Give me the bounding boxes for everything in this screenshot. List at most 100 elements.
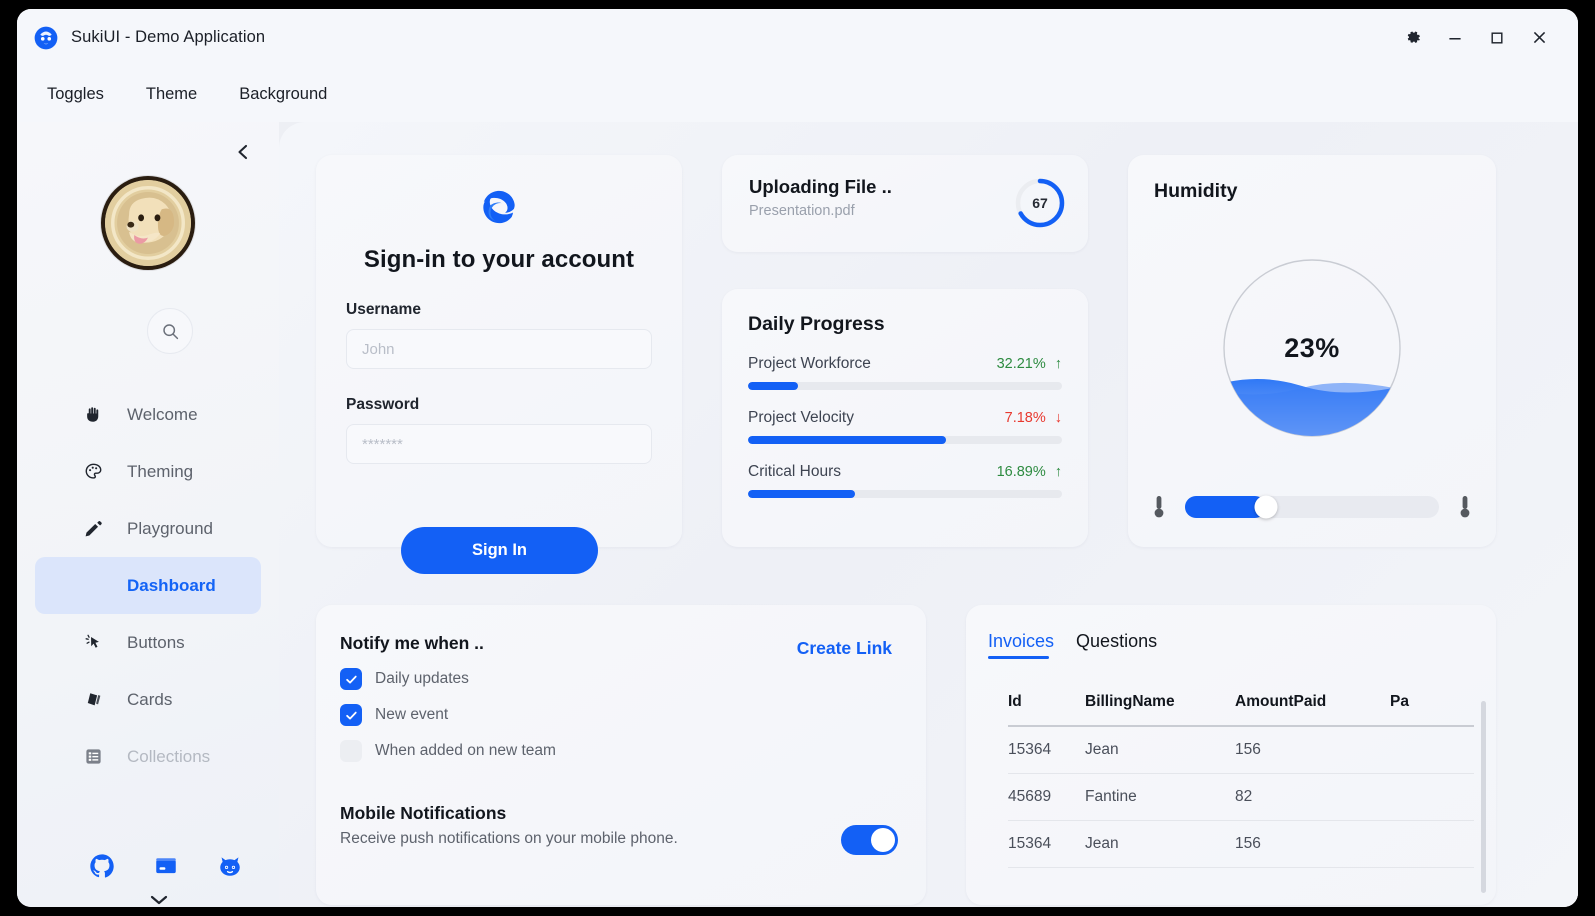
cell-billingname: Fantine [1085,788,1137,805]
notify-option-row[interactable]: When added on new team [340,740,926,762]
dashboard-icon [83,576,103,596]
uploading-file-card: Uploading File .. Presentation.pdf 67 [722,155,1088,252]
minimize-icon[interactable] [1434,21,1476,55]
invoices-scrollbar[interactable] [1481,701,1486,893]
app-title: SukiUI - Demo Application [71,28,266,46]
sidebar-item-label: Collections [127,746,211,766]
invoices-table-wrap: Id BillingName AmountPaid Pa 15364 Jean [1008,693,1474,905]
column-header-id[interactable]: Id [1008,693,1085,726]
sidebar-item-cards[interactable]: Cards [35,671,261,728]
table-row[interactable]: 15364 Jean 156 [1008,821,1474,868]
pencil-icon [83,519,103,539]
username-input[interactable] [346,329,652,369]
sidebar-item-label: Cards [127,689,173,709]
humidity-slider-thumb[interactable] [1254,495,1278,519]
cards-icon [83,690,103,710]
notify-option-row[interactable]: New event [340,704,926,726]
sidebar-item-label: Buttons [127,632,185,652]
progress-row-value: 32.21% [996,356,1046,372]
chevron-down-icon[interactable] [148,892,170,907]
avatar[interactable] [101,176,195,270]
invoices-table-head: Id BillingName AmountPaid Pa [1008,693,1474,726]
sidebar: Welcome Theming Playground Dashboard But… [17,122,279,907]
app-window: SukiUI - Demo Application Toggles Theme [17,9,1578,907]
palette-icon [83,462,103,482]
sidebar-item-dashboard[interactable]: Dashboard [35,557,261,614]
menu-item-theme[interactable]: Theme [140,81,203,108]
progress-bar-track [748,490,1062,498]
sign-in-button[interactable]: Sign In [401,527,598,574]
progress-row: Project Workforce 32.21% ↑ [748,355,1062,390]
sidebar-item-theming[interactable]: Theming [35,443,261,500]
password-input[interactable] [346,424,652,464]
humidity-value: 23% [1284,332,1340,363]
cell-billingname: Jean [1085,835,1119,852]
invoices-table: Id BillingName AmountPaid Pa 15364 Jean [1008,693,1474,868]
trend-down-icon: ↓ [1054,410,1062,426]
sidebar-nav: Welcome Theming Playground Dashboard But… [17,386,279,785]
invoices-table-body: 15364 Jean 156 45689 Fantine 82 15364 Je… [1008,726,1474,868]
cell-pa [1390,821,1474,868]
daily-progress-card: Daily Progress Project Workforce 32.21% … [722,289,1088,547]
cursor-click-icon [83,633,103,653]
maximize-icon[interactable] [1476,21,1518,55]
mobile-notifications-desc: Receive push notifications on your mobil… [340,830,678,847]
github-icon[interactable] [89,853,115,879]
notify-option-label: Daily updates [375,670,469,687]
cell-pa [1390,726,1474,774]
table-row[interactable]: 45689 Fantine 82 [1008,774,1474,821]
thermometer-icon [1150,494,1168,520]
invoices-card: Invoices Questions Id BillingName Amount… [966,605,1496,905]
progress-row: Critical Hours 16.89% ↑ [748,463,1062,498]
password-label: Password [346,396,420,413]
notifications-card: Notify me when .. Create Link Daily upda… [316,605,926,905]
tab-invoices[interactable]: Invoices [988,631,1054,659]
column-header-billingname[interactable]: BillingName [1085,693,1235,726]
humidity-slider[interactable] [1185,495,1439,519]
progress-bar-fill [748,382,799,390]
hand-wave-icon [83,405,103,425]
dashboard-page: Sign-in to your account Username Passwor… [279,122,1578,907]
humidity-title: Humidity [1154,180,1238,202]
progress-bar-fill [748,436,946,444]
cell-pa [1390,774,1474,821]
main-content: Sign-in to your account Username Passwor… [279,122,1578,907]
sidebar-item-playground[interactable]: Playground [35,500,261,557]
sign-in-title: Sign-in to your account [363,246,635,273]
chevron-left-icon[interactable] [230,139,256,165]
sidebar-item-buttons[interactable]: Buttons [35,614,261,671]
sidebar-item-collections[interactable]: Collections [35,728,261,785]
cat-icon[interactable] [217,853,243,879]
progress-row-label: Project Velocity [748,409,854,426]
sidebar-search-row [17,308,279,354]
nuget-package-icon[interactable] [153,853,179,879]
notify-option-row[interactable]: Daily updates [340,668,926,690]
daily-progress-title: Daily Progress [748,313,885,335]
search-icon[interactable] [147,308,193,354]
create-link-button[interactable]: Create Link [797,638,892,659]
checkbox-daily-updates[interactable] [340,668,362,690]
close-icon[interactable] [1518,21,1560,55]
table-row[interactable]: 15364 Jean 156 [1008,726,1474,774]
menu-item-toggles[interactable]: Toggles [41,81,110,108]
column-header-pa[interactable]: Pa [1390,693,1474,726]
body: Welcome Theming Playground Dashboard But… [17,122,1578,907]
tab-questions[interactable]: Questions [1076,631,1157,659]
menu-item-background[interactable]: Background [233,81,333,108]
upload-progress-label: 67 [1032,195,1048,211]
thermometer-icon [1456,494,1474,520]
humidity-card: Humidity 23% [1128,155,1496,547]
trend-up-icon: ↑ [1054,356,1062,372]
checkbox-new-event[interactable] [340,704,362,726]
sidebar-item-welcome[interactable]: Welcome [35,386,261,443]
gear-icon[interactable] [1392,21,1434,55]
progress-row: Project Velocity 7.18% ↓ [748,409,1062,444]
toggle-knob [871,828,895,852]
column-header-amountpaid[interactable]: AmountPaid [1235,693,1390,726]
window-controls [1392,21,1578,55]
avatar-wrap [17,176,279,270]
progress-row-value: 7.18% [1004,410,1046,426]
cell-id: 15364 [1008,835,1052,852]
mobile-notifications-toggle[interactable] [841,825,898,855]
checkbox-when-added-on-new-team[interactable] [340,740,362,762]
